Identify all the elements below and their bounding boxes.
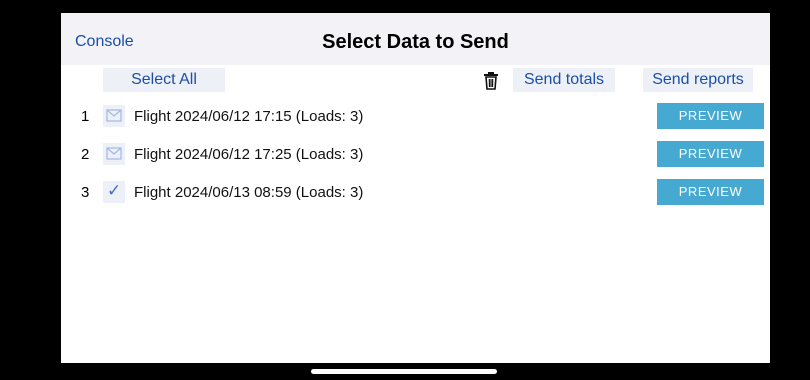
row-select-toggle[interactable]: ✓: [103, 181, 125, 203]
preview-button[interactable]: PREVIEW: [657, 141, 764, 167]
send-totals-button[interactable]: Send totals: [513, 68, 615, 92]
flight-label: Flight 2024/06/12 17:15 (Loads: 3): [134, 108, 364, 125]
row-number: 1: [81, 108, 90, 125]
navigation-bar: Console Select Data to Send: [61, 13, 770, 65]
home-indicator[interactable]: [311, 369, 497, 374]
flight-label: Flight 2024/06/13 08:59 (Loads: 3): [134, 184, 364, 201]
row-number: 2: [81, 146, 90, 163]
app-screen: Console Select Data to Send Select All S…: [61, 13, 770, 363]
row-select-toggle[interactable]: [103, 105, 125, 127]
preview-button[interactable]: PREVIEW: [657, 179, 764, 205]
list-item: 2 Flight 2024/06/12 17:25 (Loads: 3) PRE…: [61, 139, 770, 169]
trash-icon[interactable]: [482, 71, 500, 91]
row-number: 3: [81, 184, 90, 201]
checkmark-icon: ✓: [107, 181, 122, 200]
list-item: 3 ✓ Flight 2024/06/13 08:59 (Loads: 3) P…: [61, 177, 770, 207]
row-select-toggle[interactable]: [103, 143, 125, 165]
toolbar: Select All Send totals Send reports: [61, 65, 770, 97]
console-back-button[interactable]: Console: [75, 33, 134, 51]
page-title: Select Data to Send: [322, 31, 509, 53]
send-reports-button[interactable]: Send reports: [643, 68, 753, 92]
preview-button[interactable]: PREVIEW: [657, 103, 764, 129]
list-item: 1 Flight 2024/06/12 17:15 (Loads: 3) PRE…: [61, 101, 770, 131]
flight-label: Flight 2024/06/12 17:25 (Loads: 3): [134, 146, 364, 163]
device-frame: Console Select Data to Send Select All S…: [0, 0, 810, 380]
select-all-button[interactable]: Select All: [103, 68, 225, 92]
envelope-icon: [106, 109, 122, 122]
envelope-icon: [106, 147, 122, 160]
